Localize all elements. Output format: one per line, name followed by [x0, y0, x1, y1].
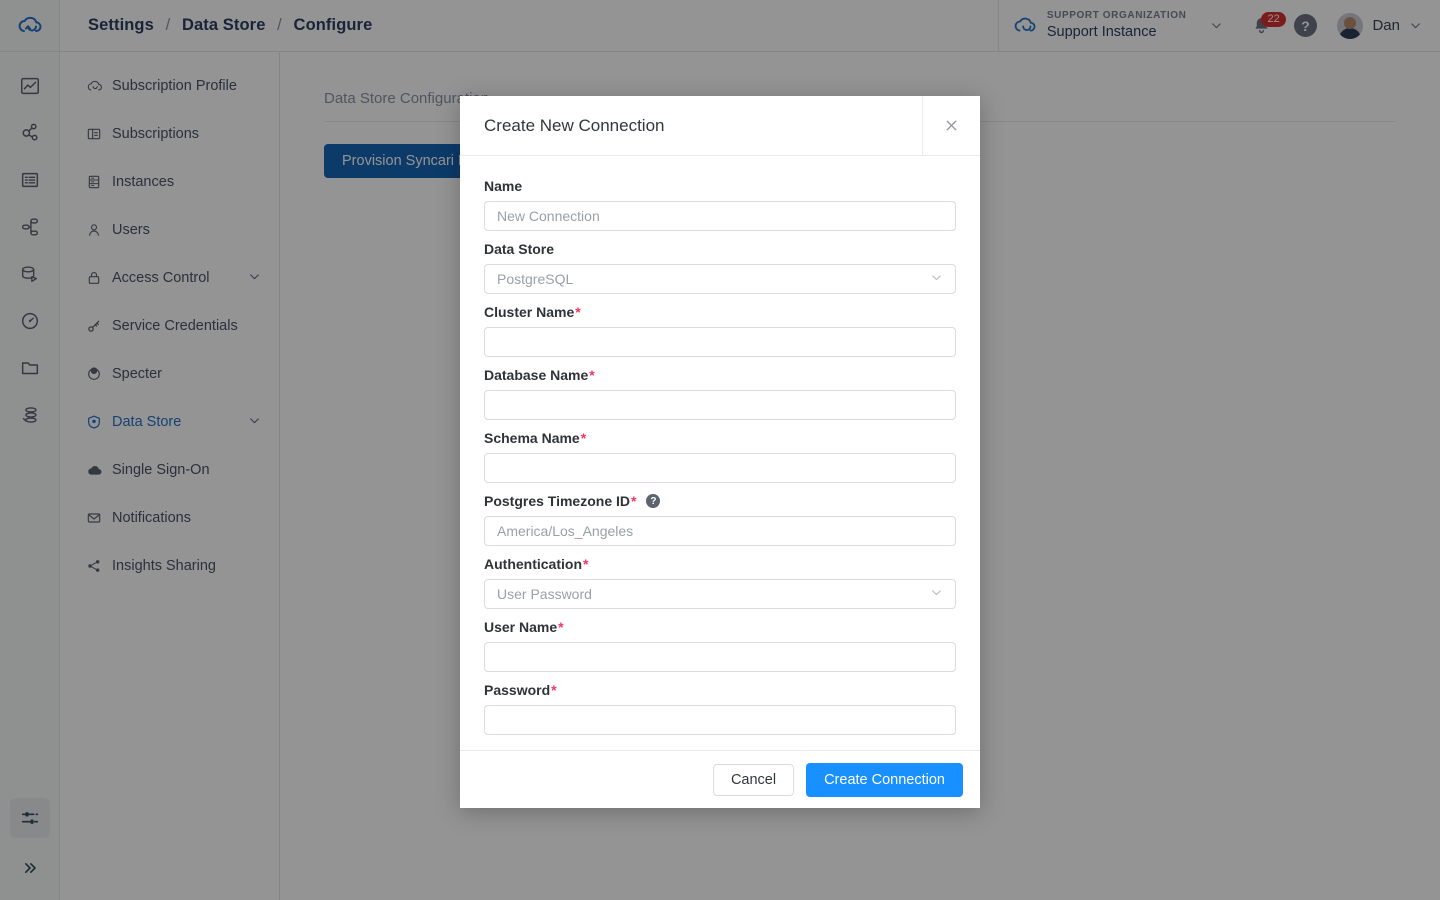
field-name: Name	[484, 178, 956, 231]
field-label: Data Store	[484, 241, 956, 257]
field-database-name: Database Name *	[484, 367, 956, 420]
select-value: User Password	[497, 586, 592, 602]
data-store-select[interactable]: PostgreSQL	[484, 264, 956, 294]
label-text: Name	[484, 178, 523, 194]
label-text: Cluster Name	[484, 304, 575, 320]
user-name-input[interactable]	[484, 642, 956, 672]
label-text: Postgres Timezone ID	[484, 493, 631, 509]
modal-footer: Cancel Create Connection	[460, 750, 980, 808]
field-label: Authentication *	[484, 556, 956, 572]
chevron-down-icon	[930, 586, 943, 602]
label-text: Database Name	[484, 367, 589, 383]
field-data-store: Data Store PostgreSQL	[484, 241, 956, 294]
modal-header: Create New Connection	[460, 96, 980, 156]
required-marker: *	[631, 493, 637, 509]
create-new-connection-modal: Create New Connection Name Data Store Po…	[460, 96, 980, 808]
select-value: PostgreSQL	[497, 271, 574, 287]
modal-body: Name Data Store PostgreSQL Cluster Name*	[460, 156, 980, 750]
cancel-button[interactable]: Cancel	[712, 763, 795, 796]
field-postgres-timezone-id: Postgres Timezone ID * ?	[484, 493, 956, 546]
field-user-name: User Name *	[484, 619, 956, 672]
label-text: Authentication	[484, 556, 582, 572]
required-marker: *	[589, 367, 595, 383]
label-text: Schema Name	[484, 430, 580, 446]
required-marker: *	[558, 619, 564, 635]
required-marker: *	[583, 556, 589, 572]
authentication-select[interactable]: User Password	[484, 579, 956, 609]
password-input[interactable]	[484, 705, 956, 735]
field-label: Password *	[484, 682, 956, 698]
required-marker: *	[575, 304, 581, 320]
connection-name-input[interactable]	[484, 201, 956, 231]
field-schema-name: Schema Name *	[484, 430, 956, 483]
required-marker: *	[551, 682, 557, 698]
schema-name-input[interactable]	[484, 453, 956, 483]
postgres-timezone-id-input[interactable]	[484, 516, 956, 546]
label-text: User Name	[484, 619, 558, 635]
field-cluster-name: Cluster Name *	[484, 304, 956, 357]
chevron-down-icon	[930, 271, 943, 287]
field-label: User Name *	[484, 619, 956, 635]
field-label: Cluster Name *	[484, 304, 956, 320]
required-marker: *	[580, 430, 587, 446]
field-password: Password *	[484, 682, 956, 735]
database-name-input[interactable]	[484, 390, 956, 420]
field-authentication: Authentication * User Password	[484, 556, 956, 609]
field-label: Postgres Timezone ID * ?	[484, 493, 956, 509]
cluster-name-input[interactable]	[484, 327, 956, 357]
label-text: Data Store	[484, 241, 555, 257]
question-mark-icon[interactable]: ?	[646, 494, 661, 508]
close-icon[interactable]	[923, 96, 980, 155]
create-connection-button[interactable]: Create Connection	[806, 762, 963, 797]
label-text: Password	[484, 682, 551, 698]
field-label: Schema Name *	[484, 430, 956, 446]
field-label: Name	[484, 178, 956, 194]
modal-title: Create New Connection	[460, 96, 923, 155]
field-label: Database Name *	[484, 367, 956, 383]
